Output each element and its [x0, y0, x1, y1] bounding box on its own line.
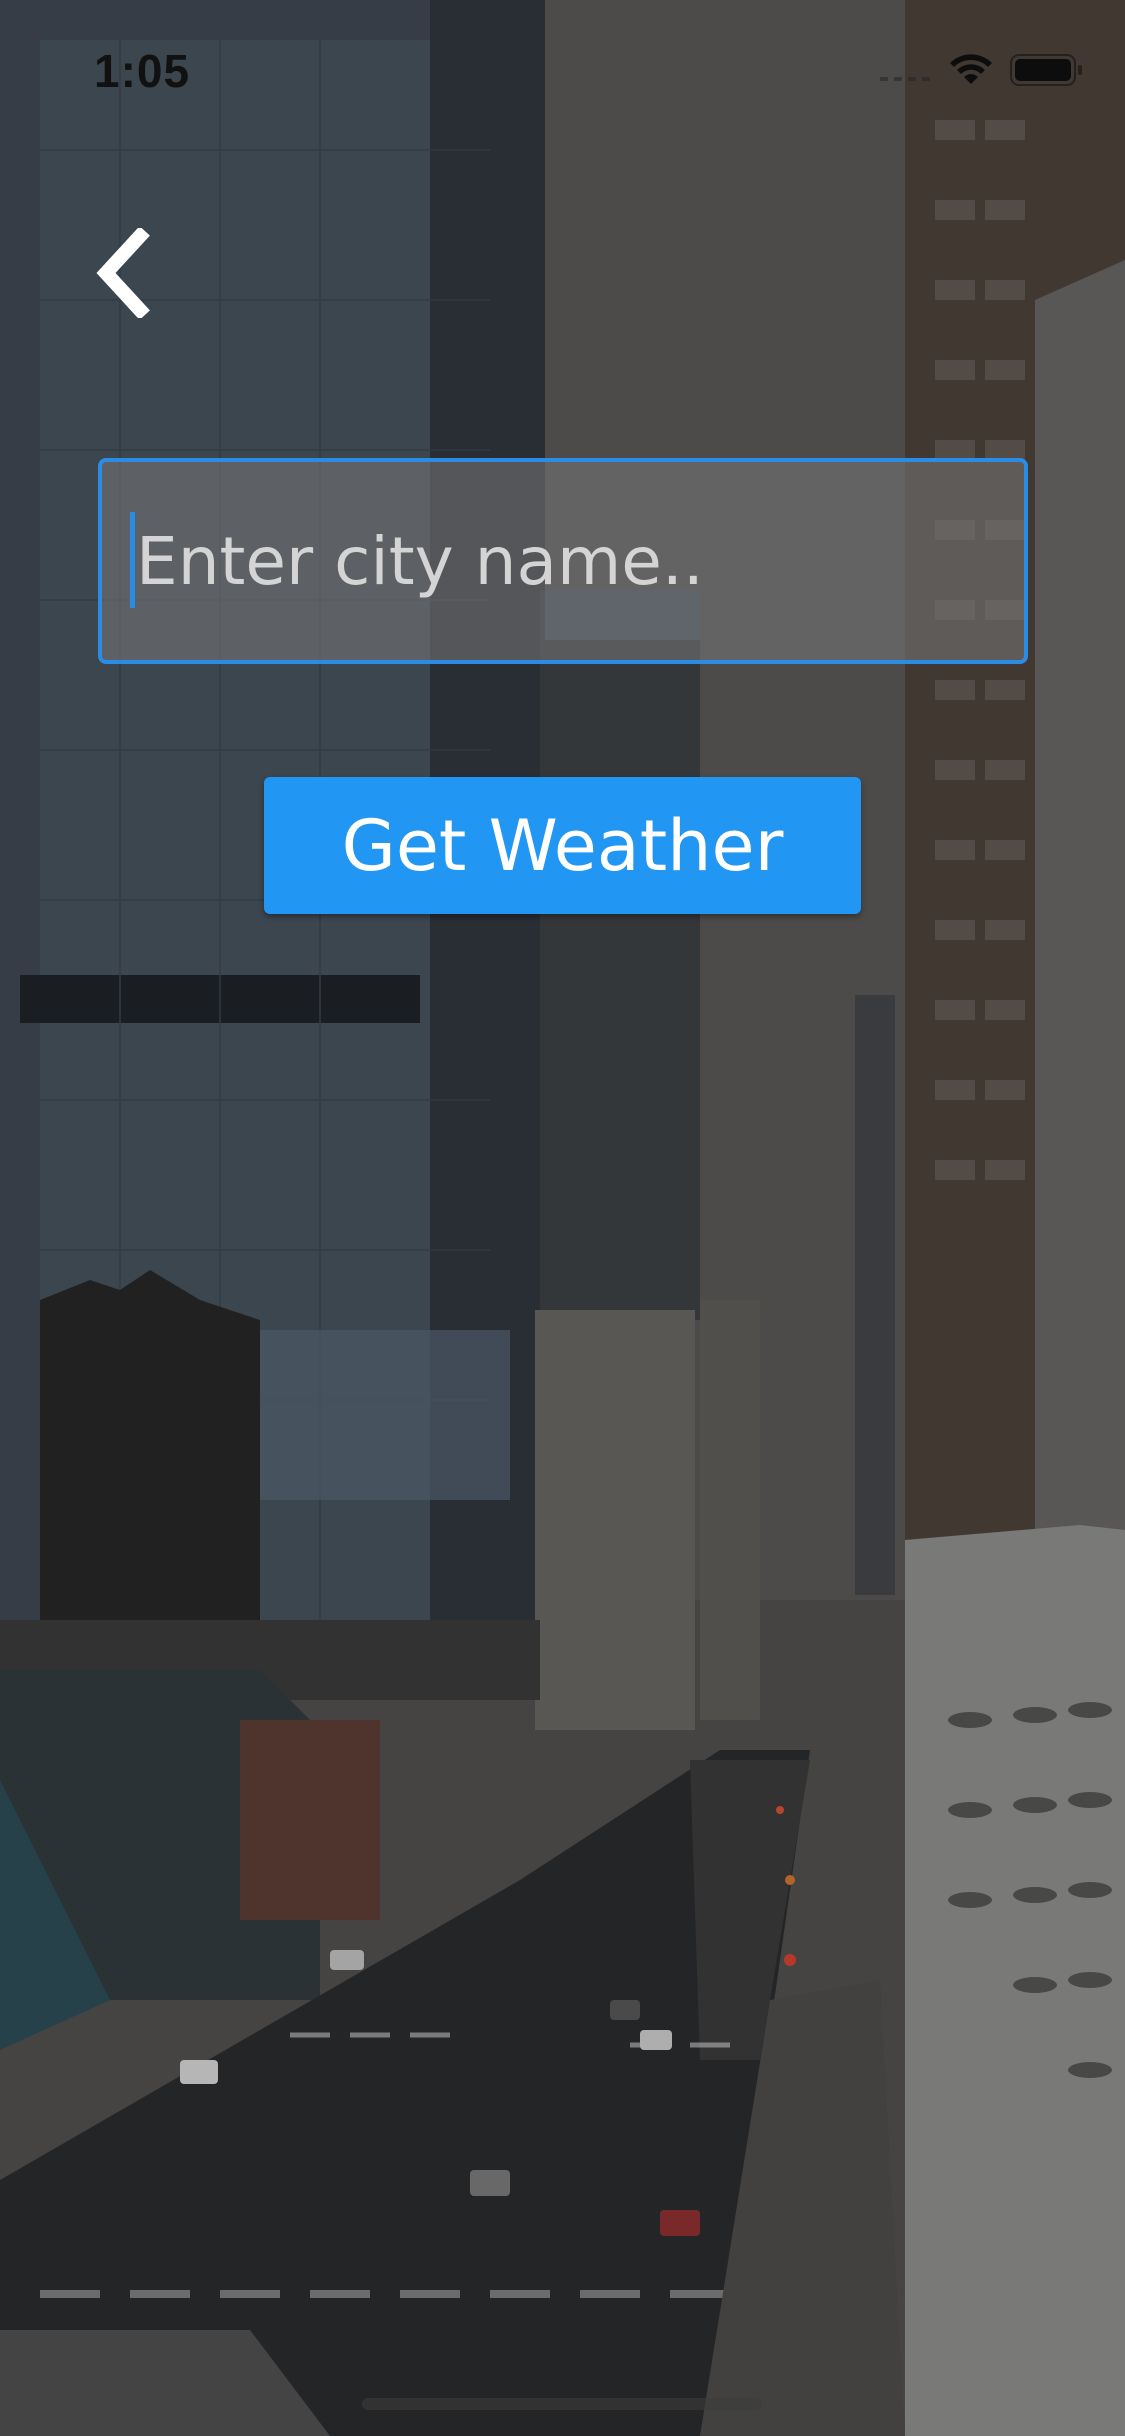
- weather-city-screen: 1:05 Get Weather: [0, 0, 1125, 2436]
- battery-icon: [1010, 54, 1082, 86]
- cellular-signal-icon: [880, 77, 930, 81]
- text-cursor: [130, 512, 135, 608]
- chevron-left-icon: [96, 228, 150, 318]
- status-bar: 1:05: [0, 0, 1125, 140]
- city-name-input[interactable]: [102, 462, 1024, 660]
- home-indicator[interactable]: [362, 2398, 762, 2410]
- background-dim-overlay: [0, 0, 1125, 2436]
- get-weather-button[interactable]: Get Weather: [264, 777, 861, 914]
- city-search-field: [98, 458, 1028, 664]
- wifi-icon: [950, 54, 992, 84]
- status-time: 1:05: [94, 45, 191, 97]
- back-button[interactable]: [88, 228, 158, 318]
